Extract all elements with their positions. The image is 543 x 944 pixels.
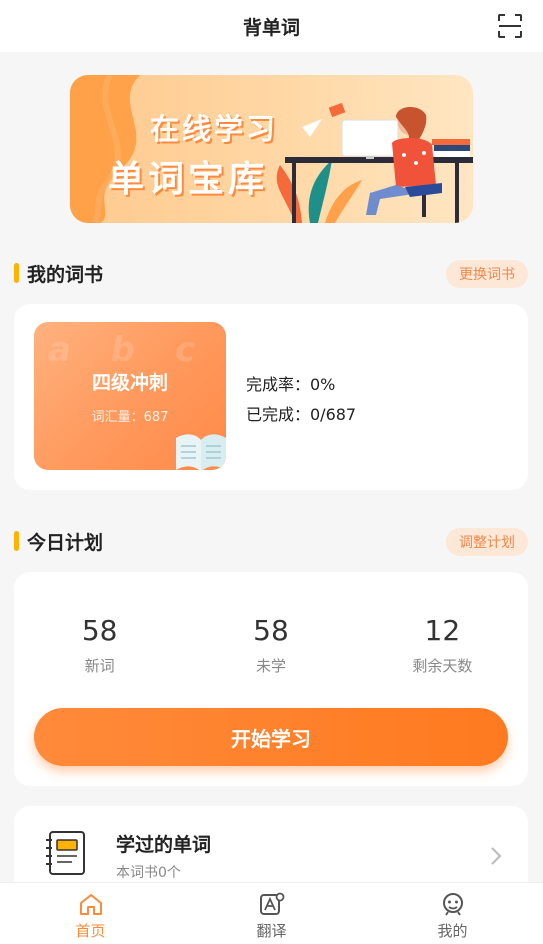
completed-count: 已完成：0/687 xyxy=(246,405,357,424)
today-plan-title: 今日计划 xyxy=(27,531,104,554)
stat-value: 58 xyxy=(81,614,118,647)
my-book-header: 我的词书 更换词书 xyxy=(14,258,528,288)
stat-days-left: 12 剩余天数 xyxy=(357,614,528,676)
stat-value: 12 xyxy=(424,614,461,647)
today-plan-card: 58 新词 58 未学 12 剩余天数 开始学习 xyxy=(14,572,528,786)
book-name: 四级冲刺 xyxy=(91,372,168,394)
plan-stats: 58 新词 58 未学 12 剩余天数 xyxy=(14,614,528,676)
change-book-button[interactable]: 更换词书 xyxy=(446,260,528,288)
notebook-icon xyxy=(46,831,85,875)
today-plan-header: 今日计划 调整计划 xyxy=(14,526,528,556)
home-icon xyxy=(79,894,102,915)
nav-label: 翻译 xyxy=(256,922,287,940)
scan-icon[interactable] xyxy=(497,13,523,39)
nav-profile[interactable]: 我的 xyxy=(362,883,543,944)
adjust-plan-button[interactable]: 调整计划 xyxy=(446,528,528,556)
nav-label: 首页 xyxy=(75,922,106,940)
translate-icon xyxy=(259,892,284,915)
my-book-title: 我的词书 xyxy=(27,263,104,286)
completion-rate: 完成率：0% xyxy=(246,375,336,394)
stat-label: 剩余天数 xyxy=(412,657,473,675)
page-title: 背单词 xyxy=(242,16,300,39)
cover-letters: a b c xyxy=(48,330,210,370)
learned-words-title: 学过的单词 xyxy=(116,834,212,856)
banner-title-line2: 单词宝库 xyxy=(108,159,269,200)
profile-icon xyxy=(442,893,463,916)
book-cover[interactable]: a b c 四级冲刺 词汇量：687 xyxy=(34,322,226,470)
stat-new-words: 58 新词 xyxy=(14,614,185,676)
word-book-card[interactable]: a b c 四级冲刺 词汇量：687 完成率：0% 已完成：0/687 xyxy=(14,304,528,490)
banner-title-line1: 在线学习 xyxy=(150,112,279,146)
nav-label: 我的 xyxy=(437,922,468,940)
book-stats: 完成率：0% 已完成：0/687 xyxy=(246,370,356,430)
section-accent-bar xyxy=(14,263,19,283)
top-bar: 背单词 xyxy=(0,0,543,52)
stat-label: 未学 xyxy=(255,657,286,675)
vocab-count: 词汇量：687 xyxy=(91,410,169,425)
nav-translate[interactable]: 翻译 xyxy=(181,883,362,944)
nav-home[interactable]: 首页 xyxy=(0,883,181,944)
start-learning-button[interactable]: 开始学习 xyxy=(34,708,508,766)
learned-words-subtitle: 本词书0个 xyxy=(116,865,181,881)
open-book-icon xyxy=(176,434,226,470)
stat-unlearned: 58 未学 xyxy=(185,614,356,676)
stat-value: 58 xyxy=(253,614,289,647)
section-accent-bar xyxy=(14,531,19,551)
stat-label: 新词 xyxy=(84,657,115,675)
chevron-right-icon xyxy=(491,847,502,865)
bottom-nav: 首页 翻译 我的 xyxy=(0,882,543,944)
